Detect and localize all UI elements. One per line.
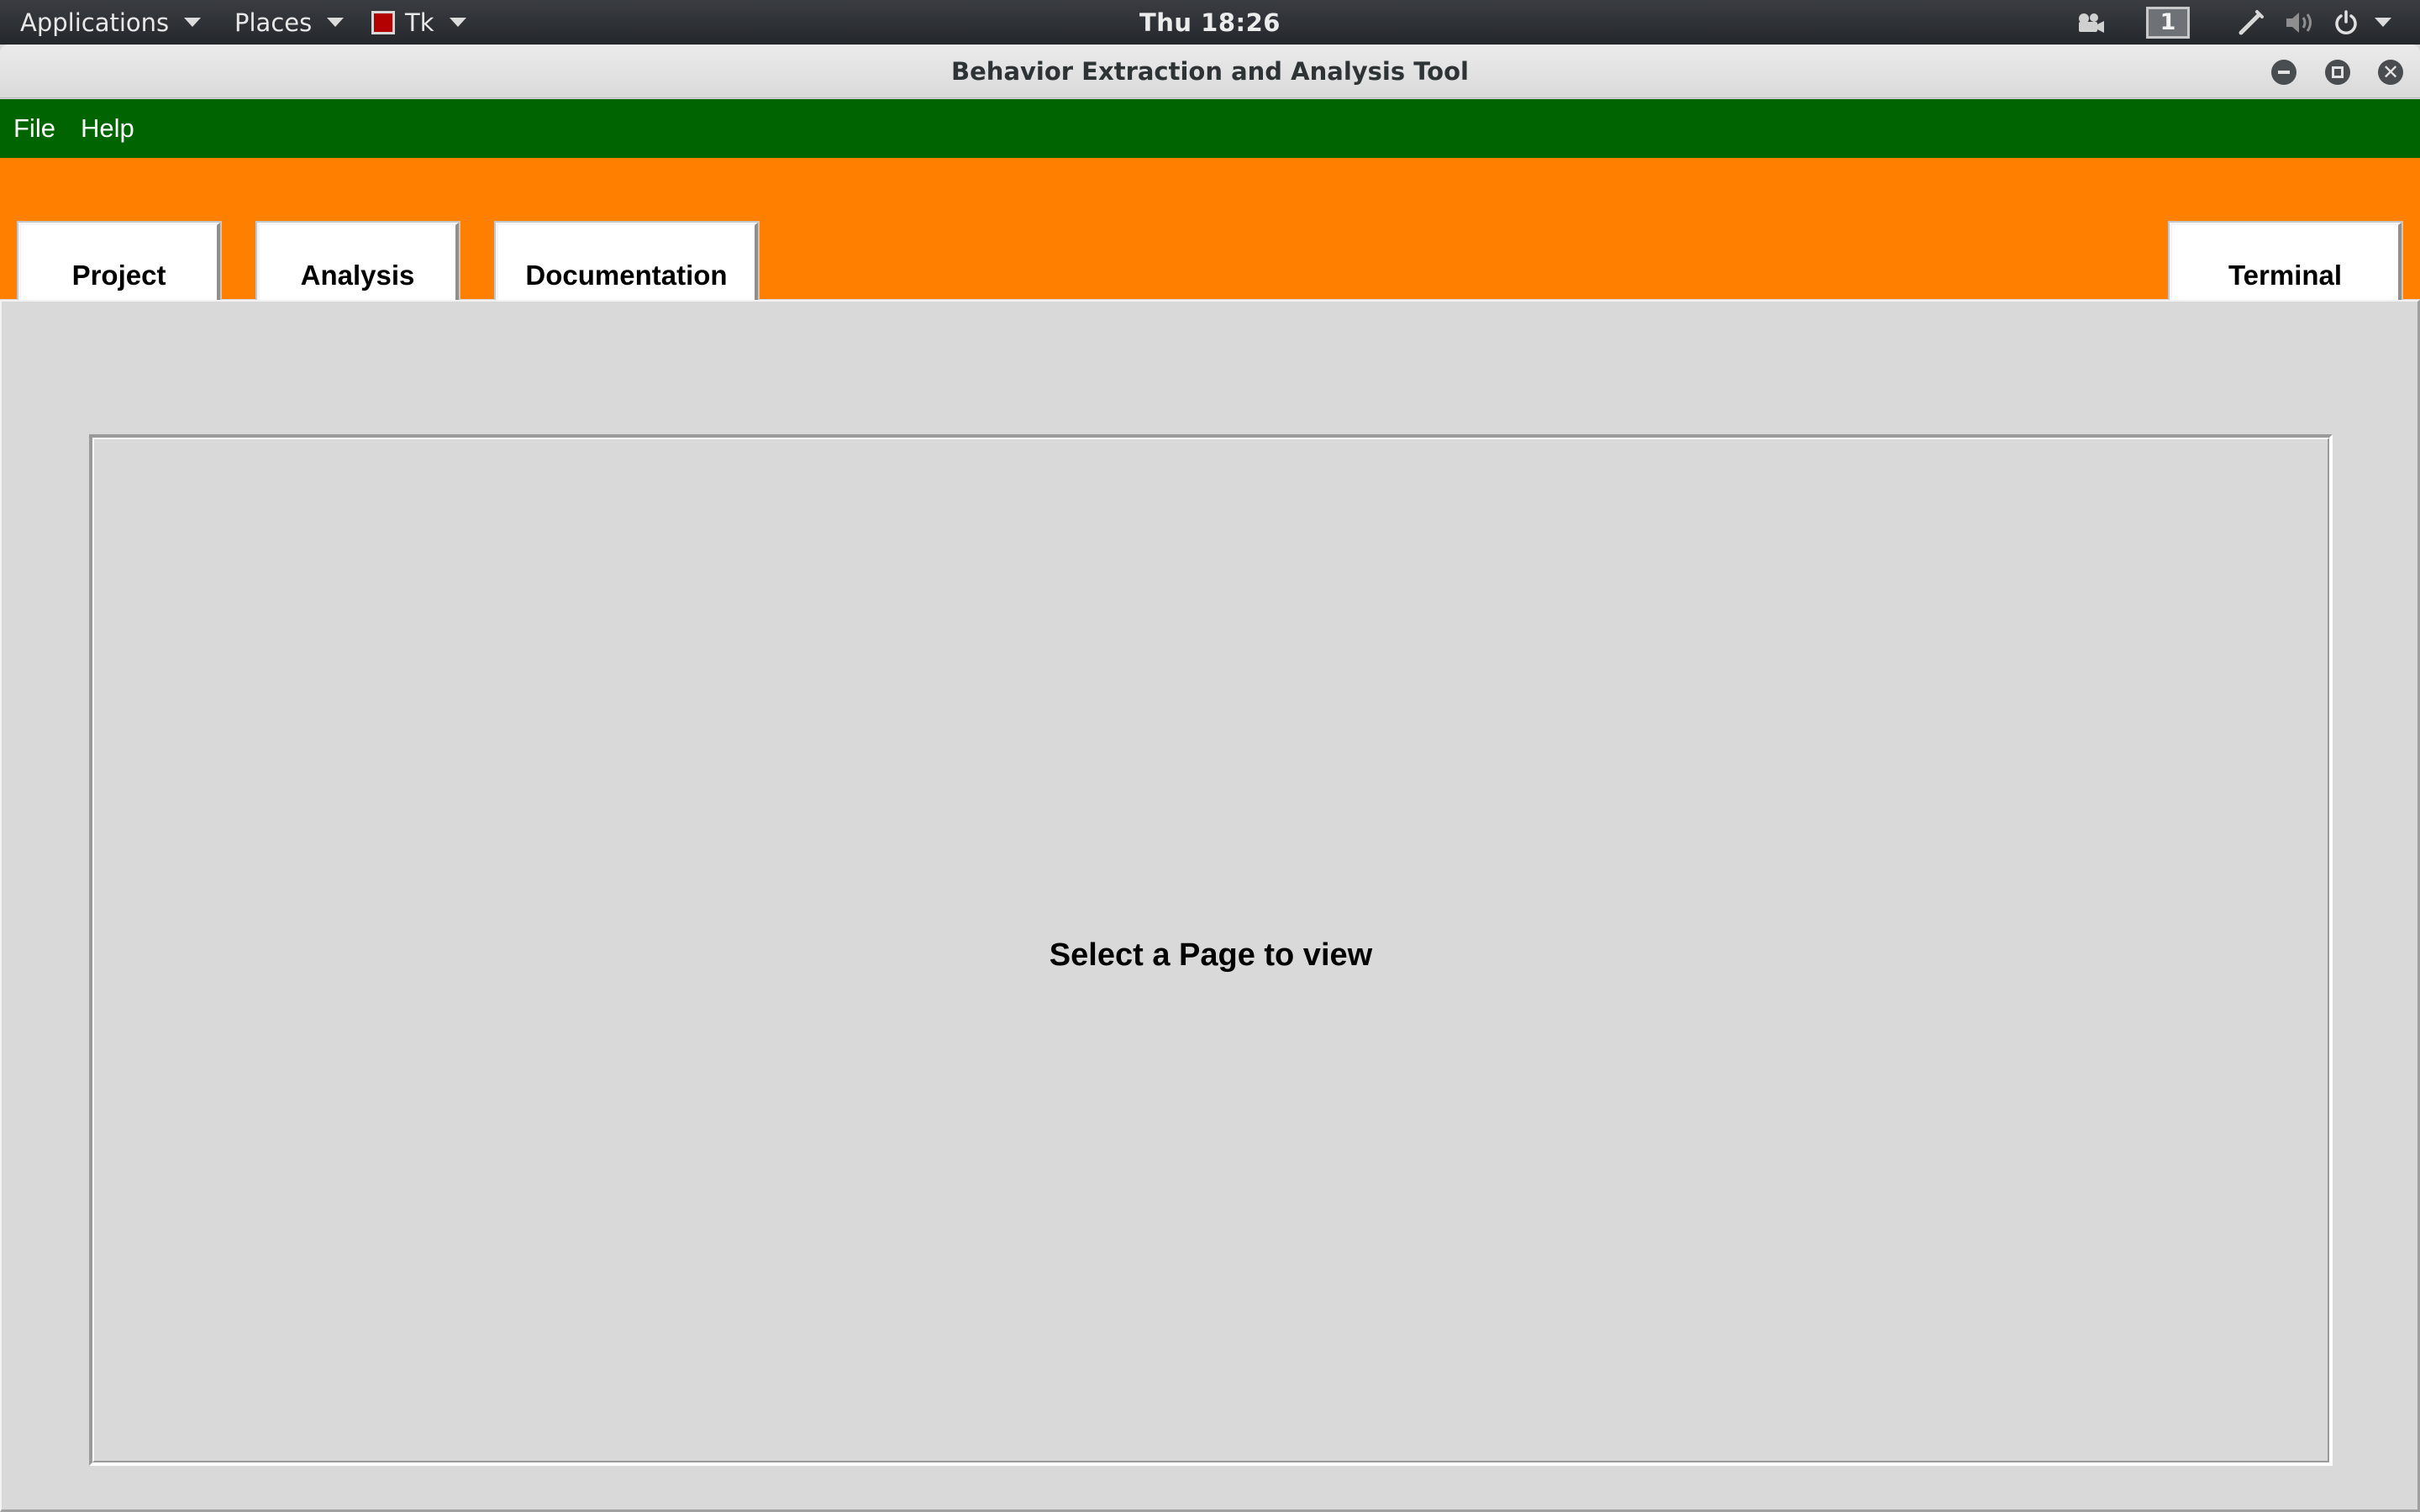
page-frame: Select a Page to view [89, 434, 2333, 1466]
places-menu[interactable]: Places [234, 0, 345, 45]
workspace-badge: 1 [2146, 6, 2190, 39]
menu-help[interactable]: Help [67, 113, 146, 144]
volume-icon [2286, 12, 2312, 33]
power-icon [2335, 9, 2357, 34]
clock[interactable]: Thu 18:26 [0, 0, 2420, 45]
applications-label: Applications [20, 8, 170, 37]
applications-menu[interactable]: Applications [20, 0, 202, 45]
main-content: Select a Page to view [0, 300, 2420, 1512]
tk-app-menu[interactable]: Tk [371, 0, 466, 45]
close-icon: ✕ [2381, 60, 2400, 84]
page-toolbar: Project Analysis Documentation Terminal [0, 158, 2420, 330]
volume-indicator[interactable] [2284, 0, 2316, 45]
minimize-button[interactable] [2271, 60, 2296, 85]
window-titlebar[interactable]: Behavior Extraction and Analysis Tool ✕ [0, 45, 2420, 98]
places-label: Places [234, 8, 313, 37]
menu-file[interactable]: File [0, 113, 67, 144]
maximize-icon [2332, 66, 2344, 78]
chevron-down-icon [184, 18, 202, 27]
pen-icon [2238, 9, 2264, 34]
workspace-indicator[interactable]: 1 [2146, 0, 2190, 45]
system-top-bar: Applications Places Tk Thu 18:26 1 [0, 0, 2420, 45]
app-window: Behavior Extraction and Analysis Tool ✕ … [0, 45, 2420, 1512]
camera-indicator[interactable] [2075, 0, 2106, 45]
power-menu[interactable] [2333, 0, 2391, 45]
tk-app-icon [371, 10, 395, 34]
menubar: File Help [0, 99, 2420, 158]
chevron-down-icon [2375, 18, 2391, 27]
minimize-icon [2278, 71, 2290, 74]
chevron-down-icon [449, 18, 466, 27]
close-button[interactable]: ✕ [2378, 60, 2403, 85]
chevron-down-icon [327, 18, 345, 27]
tk-label: Tk [405, 8, 434, 37]
pen-indicator[interactable] [2237, 0, 2265, 45]
placeholder-message: Select a Page to view [1049, 937, 1373, 973]
window-title: Behavior Extraction and Analysis Tool [951, 57, 1469, 86]
camera-icon [2079, 13, 2104, 33]
maximize-button[interactable] [2325, 60, 2350, 85]
